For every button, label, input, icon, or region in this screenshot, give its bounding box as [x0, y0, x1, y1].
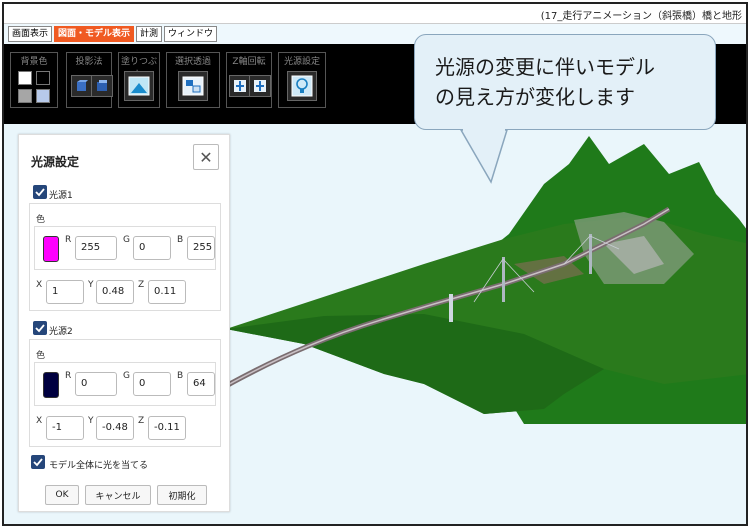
toolgroup-label: Z軸回転 — [232, 57, 266, 67]
x-label: X — [36, 280, 43, 290]
tab-drawing-model-display[interactable]: 図面・モデル表示 — [54, 26, 135, 42]
perspective-icon[interactable] — [71, 75, 93, 97]
light1-group: 色 R 255 G 0 B 255 X 1 Y 0.48 Z 0.11 — [29, 203, 221, 311]
tab-measure[interactable]: 計測 — [136, 26, 163, 42]
toolgroup-projection: 投影法 — [66, 52, 113, 108]
light1-color-row: R 255 G 0 B 255 — [34, 226, 216, 270]
r-label: R — [65, 235, 72, 245]
toolgroup-light-settings: 光源設定 — [278, 52, 326, 108]
light2-b-input[interactable]: 64 — [187, 372, 215, 396]
light1-color-swatch[interactable] — [43, 236, 59, 262]
apply-all-label: モデル全体に光を当てる — [49, 461, 149, 471]
color-label: 色 — [36, 215, 46, 225]
bg-white-swatch[interactable] — [18, 71, 32, 85]
fill-icon[interactable] — [124, 71, 154, 101]
cancel-button[interactable]: キャンセル — [85, 485, 151, 505]
bridge-pylon — [502, 257, 505, 302]
menu-bar: 画面表示 図面・モデル表示 計測 ウィンドウ — [8, 26, 218, 42]
tab-window[interactable]: ウィンドウ — [164, 26, 218, 42]
light1-label: 光源1 — [49, 191, 73, 201]
light2-group: 色 R 0 G 0 B 64 X -1 Y -0.48 Z -0.11 — [29, 339, 221, 447]
toolgroup-label: 選択透過 — [174, 57, 211, 67]
window-title: (17_走行アニメーション（斜張橋）橋と地形 — [540, 11, 742, 22]
ok-button[interactable]: OK — [45, 485, 79, 505]
light1-z-input[interactable]: 0.11 — [148, 280, 186, 304]
r-label: R — [65, 371, 72, 381]
rotate-left-icon[interactable] — [229, 75, 251, 97]
bg-black-swatch[interactable] — [36, 71, 50, 85]
app-window: (17_走行アニメーション（斜張橋）橋と地形 画面表示 図面・モデル表示 計測 … — [2, 2, 748, 526]
g-label: G — [123, 371, 130, 381]
light1-checkbox[interactable] — [33, 185, 47, 199]
light2-color-row: R 0 G 0 B 64 — [34, 362, 216, 406]
g-label: G — [123, 235, 130, 245]
light1-b-input[interactable]: 255 — [187, 236, 215, 260]
bg-gray-swatch[interactable] — [18, 89, 32, 103]
toolgroup-label: 背景色 — [20, 57, 48, 67]
x-label: X — [36, 416, 43, 426]
z-label: Z — [138, 416, 145, 426]
transparency-icon[interactable] — [178, 71, 208, 101]
bridge-pier — [449, 294, 453, 322]
light-bulb-icon[interactable] — [287, 71, 317, 101]
rotate-right-icon[interactable] — [249, 75, 271, 97]
dialog-title: 光源設定 — [31, 155, 80, 169]
annotation-callout: 光源の変更に伴いモデル の見え方が変化します — [414, 34, 716, 130]
toolgroup-background-color: 背景色 — [10, 52, 58, 108]
z-label: Z — [138, 280, 145, 290]
reset-button[interactable]: 初期化 — [157, 485, 207, 505]
bg-lightblue-swatch[interactable] — [36, 89, 50, 103]
callout-text-line1: 光源の変更に伴いモデル — [435, 55, 655, 79]
light2-label: 光源2 — [49, 327, 73, 337]
light2-z-input[interactable]: -0.11 — [148, 416, 186, 440]
light2-g-input[interactable]: 0 — [133, 372, 171, 396]
light2-x-input[interactable]: -1 — [46, 416, 84, 440]
light2-y-input[interactable]: -0.48 — [96, 416, 134, 440]
bridge-pylon — [589, 234, 592, 274]
toolgroup-selection-transparency: 選択透過 — [166, 52, 220, 108]
toolgroup-label: 投影法 — [75, 57, 103, 67]
close-icon[interactable]: ✕ — [193, 144, 219, 170]
light2-checkbox[interactable] — [33, 321, 47, 335]
apply-all-checkbox[interactable] — [31, 455, 45, 469]
toolgroup-label: 光源設定 — [283, 57, 320, 67]
light2-r-input[interactable]: 0 — [75, 372, 117, 396]
color-label: 色 — [36, 351, 46, 361]
b-label: B — [177, 235, 184, 245]
y-label: Y — [88, 280, 94, 290]
y-label: Y — [88, 416, 94, 426]
light1-g-input[interactable]: 0 — [133, 236, 171, 260]
light1-x-input[interactable]: 1 — [46, 280, 84, 304]
light1-y-input[interactable]: 0.48 — [96, 280, 134, 304]
orthographic-icon[interactable] — [91, 75, 113, 97]
toolgroup-z-rotation: Z軸回転 — [226, 52, 272, 108]
tab-screen-display[interactable]: 画面表示 — [8, 26, 53, 42]
toolgroup-fill: 塗りつぶし — [118, 52, 160, 108]
callout-text-line2: の見え方が変化します — [435, 85, 635, 109]
light2-color-swatch[interactable] — [43, 372, 59, 398]
light1-r-input[interactable]: 255 — [75, 236, 117, 260]
light-settings-dialog: 光源設定 ✕ 光源1 色 R 255 G 0 B 255 X 1 Y 0.48 … — [18, 134, 230, 512]
b-label: B — [177, 371, 184, 381]
title-bar: (17_走行アニメーション（斜張橋）橋と地形 — [4, 4, 746, 24]
callout-pointer — [459, 124, 509, 184]
